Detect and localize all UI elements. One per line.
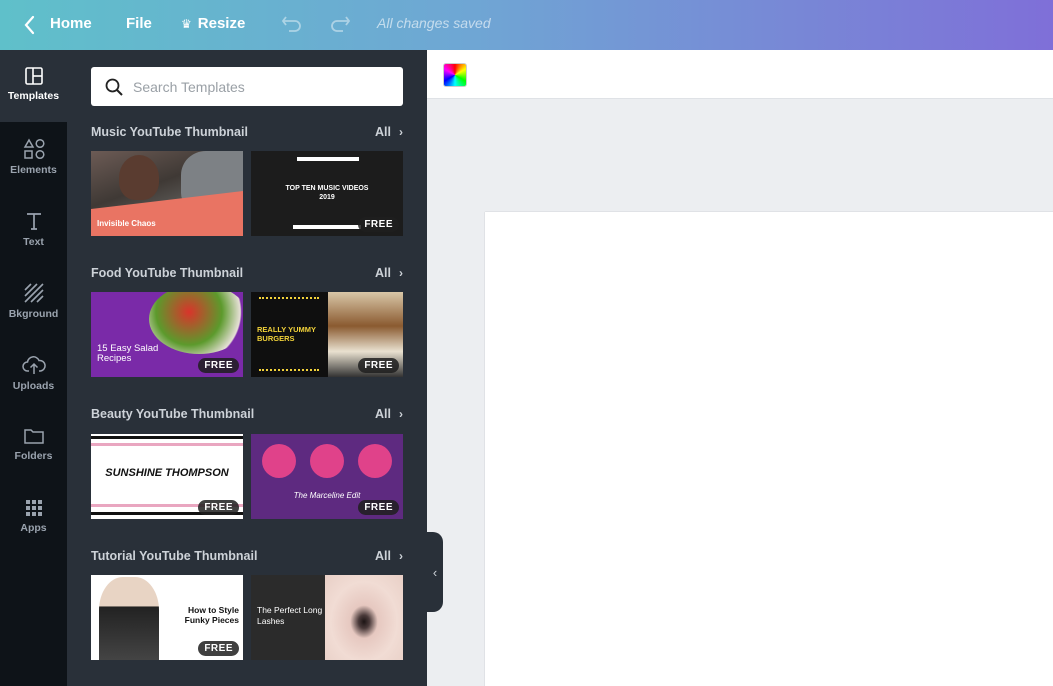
design-canvas-area <box>427 50 1053 686</box>
rail-label: Templates <box>7 90 60 102</box>
resize-label: Resize <box>197 15 246 32</box>
mascara-icon <box>358 444 392 478</box>
rail-item-templates[interactable]: Templates <box>0 50 67 122</box>
redo-icon[interactable] <box>328 12 352 39</box>
model-photo <box>99 577 159 660</box>
undo-icon[interactable] <box>280 12 304 39</box>
free-badge: FREE <box>358 358 399 373</box>
section-title-tutorial: Tutorial YouTube Thumbnail <box>91 549 258 563</box>
search-input[interactable] <box>133 78 383 95</box>
rail-label: Bkground <box>8 308 59 320</box>
chevron-right-icon: › <box>399 125 403 139</box>
top-bar: Home File ♛ Resize All changes saved <box>0 0 1053 50</box>
thumb-title: 15 Easy Salad Recipes <box>97 343 159 364</box>
apps-icon <box>25 500 42 516</box>
home-button[interactable]: Home <box>50 15 92 32</box>
color-picker-icon[interactable] <box>443 63 467 87</box>
thumb-title: TOP TEN MUSIC VIDEOS 2019 <box>285 185 369 201</box>
thumb-stripe <box>91 443 243 446</box>
collapse-panel-button[interactable]: ‹ <box>427 532 443 612</box>
design-page[interactable] <box>485 212 1053 686</box>
thumb-bar <box>297 157 359 161</box>
rail-label: Apps <box>20 522 47 534</box>
chevron-right-icon: › <box>399 407 403 421</box>
chevron-right-icon: › <box>399 266 403 280</box>
rail-item-background[interactable]: Bkground <box>0 266 67 338</box>
thumb-title: SUNSHINE THOMPSON <box>105 467 229 479</box>
lipstick-icon <box>262 444 296 478</box>
rail-item-elements[interactable]: Elements <box>0 122 67 194</box>
chevron-left-icon: ‹ <box>432 564 438 580</box>
free-badge: FREE <box>198 500 239 515</box>
thumb-zigzag <box>259 369 319 372</box>
folder-icon <box>23 429 44 444</box>
see-all-tutorial-link[interactable]: All › <box>375 549 403 563</box>
thumb-title: Invisible Chaos <box>97 219 156 228</box>
text-icon <box>26 213 41 230</box>
thumb-title: The Marceline Edit <box>293 491 361 500</box>
search-icon <box>105 78 123 96</box>
thumb-title: How to Style Funky Pieces <box>184 605 239 625</box>
thumb-stripe <box>91 436 243 439</box>
template-thumb-beauty-2[interactable]: The Marceline Edit FREE <box>251 434 403 519</box>
see-all-food-link[interactable]: All › <box>375 266 403 280</box>
save-status: All changes saved <box>377 15 491 31</box>
see-all-label: All <box>375 407 391 421</box>
see-all-music-link[interactable]: All › <box>375 125 403 139</box>
section-title-music: Music YouTube Thumbnail <box>91 125 248 139</box>
rail-label: Uploads <box>12 380 55 392</box>
back-chevron-icon[interactable] <box>22 14 36 36</box>
elements-icon <box>23 138 45 160</box>
search-box[interactable] <box>91 67 403 106</box>
rail-item-apps[interactable]: Apps <box>0 482 67 554</box>
templates-icon <box>24 67 43 85</box>
uploads-icon <box>21 356 46 374</box>
crown-icon: ♛ <box>181 16 192 31</box>
thumb-title: REALLY YUMMY BURGERS <box>257 325 316 343</box>
thumb-bar <box>293 225 361 229</box>
template-thumb-food-1[interactable]: 15 Easy Salad Recipes FREE <box>91 292 243 377</box>
rail-item-text[interactable]: Text <box>0 194 67 266</box>
section-title-beauty: Beauty YouTube Thumbnail <box>91 407 255 421</box>
template-thumb-food-2[interactable]: REALLY YUMMY BURGERS FREE <box>251 292 403 377</box>
file-menu-button[interactable]: File <box>126 15 152 32</box>
left-rail: Templates Elements Text Bkground Uploads… <box>0 50 67 686</box>
see-all-beauty-link[interactable]: All › <box>375 407 403 421</box>
photo-figure <box>119 155 159 200</box>
chevron-right-icon: › <box>399 549 403 563</box>
rail-label: Folders <box>14 450 53 462</box>
thumb-banner <box>91 191 243 236</box>
template-thumb-music-2[interactable]: TOP TEN MUSIC VIDEOS 2019 FREE <box>251 151 403 236</box>
template-thumb-beauty-1[interactable]: SUNSHINE THOMPSON FREE <box>91 434 243 519</box>
free-badge: FREE <box>198 358 239 373</box>
rail-item-folders[interactable]: Folders <box>0 410 67 482</box>
rail-item-uploads[interactable]: Uploads <box>0 338 67 410</box>
see-all-label: All <box>375 125 391 139</box>
thumb-title: The Perfect Long Lashes <box>257 605 323 626</box>
context-toolbar <box>427 50 1053 99</box>
rail-label: Text <box>23 236 44 248</box>
template-thumb-music-1[interactable]: Invisible Chaos <box>91 151 243 236</box>
template-thumb-tutorial-2[interactable]: The Perfect Long Lashes <box>251 575 403 660</box>
background-icon <box>23 283 44 303</box>
eye-icon <box>310 444 344 478</box>
section-title-food: Food YouTube Thumbnail <box>91 266 244 280</box>
free-badge: FREE <box>198 641 239 656</box>
template-thumb-tutorial-1[interactable]: How to Style Funky Pieces FREE <box>91 575 243 660</box>
templates-panel: Music YouTube Thumbnail All › Invisible C… <box>67 50 427 686</box>
eye-photo <box>325 575 403 660</box>
free-badge: FREE <box>358 217 399 232</box>
see-all-label: All <box>375 266 391 280</box>
free-badge: FREE <box>358 500 399 515</box>
see-all-label: All <box>375 549 391 563</box>
thumb-zigzag <box>259 297 319 300</box>
resize-button[interactable]: ♛ Resize <box>181 15 245 32</box>
rail-label: Elements <box>10 164 57 176</box>
